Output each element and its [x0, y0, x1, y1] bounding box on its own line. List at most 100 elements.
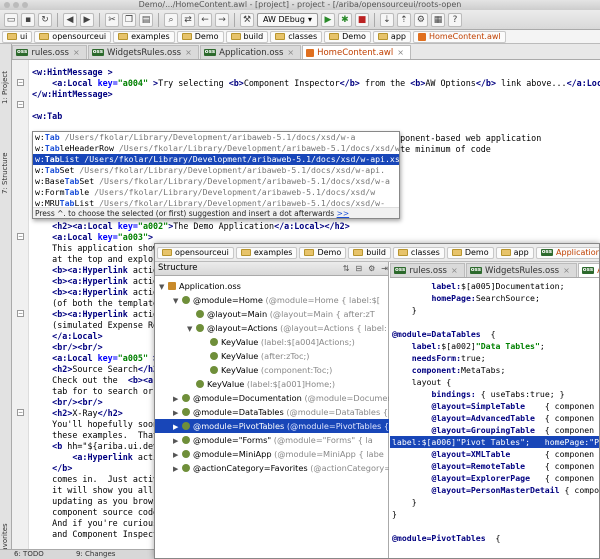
- breadcrumb-item[interactable]: Demo: [299, 246, 347, 259]
- structure-icon[interactable]: ▦: [430, 12, 445, 27]
- breadcrumb-item[interactable]: app: [495, 246, 534, 259]
- fold-marker-icon[interactable]: −: [17, 310, 24, 317]
- close-icon[interactable]: ×: [563, 266, 570, 275]
- close-icon[interactable]: ×: [73, 48, 80, 57]
- breadcrumb-item[interactable]: opensourceui: [157, 246, 234, 259]
- structure-tree-node[interactable]: ▼ @layout=Actions (@layout=Actions { labe…: [155, 321, 389, 335]
- structure-tree-node[interactable]: KeyValue (label:$[a001]Home;): [155, 377, 389, 391]
- editor-tab[interactable]: oss rules.oss ×: [12, 45, 87, 59]
- structure-tree-node[interactable]: ▶ @actionCategory=Favorites (@actionCateg…: [155, 461, 389, 475]
- structure-tree-node[interactable]: ▼ Application.oss: [155, 279, 389, 293]
- fold-marker-icon[interactable]: −: [17, 79, 24, 86]
- expand-toggle-icon[interactable]: ▶: [173, 406, 182, 419]
- oss-code[interactable]: label:$[a005]Documentation; homePage:Sea…: [390, 278, 599, 558]
- structure-tree-node[interactable]: KeyValue (after:zToc;): [155, 349, 389, 363]
- settings-icon[interactable]: ⚙: [413, 12, 428, 27]
- stop-icon[interactable]: ■: [354, 12, 369, 27]
- editor-tab[interactable]: oss Application.oss ×: [199, 45, 302, 59]
- open-folder-icon[interactable]: ▭: [4, 12, 18, 27]
- changes-tool-button[interactable]: 9: Changes: [76, 550, 115, 558]
- cut-icon[interactable]: ✂: [105, 12, 119, 27]
- editor-tab[interactable]: ossApplica×: [577, 263, 599, 277]
- structure-tool-button[interactable]: 7: Structure: [1, 152, 9, 194]
- run-icon[interactable]: ▶: [320, 12, 335, 27]
- editor-tab[interactable]: oss rules.oss ×: [390, 263, 465, 277]
- breadcrumb-item[interactable]: classes: [270, 30, 323, 43]
- gear-icon[interactable]: ⚙: [368, 262, 375, 275]
- completion-more-link[interactable]: >>: [337, 209, 350, 218]
- hide-icon[interactable]: ⇥: [381, 262, 388, 275]
- breadcrumb-item[interactable]: opensourceui: [34, 30, 112, 43]
- back-icon[interactable]: ◀: [63, 12, 77, 27]
- window-controls[interactable]: [4, 2, 28, 8]
- project-tool-button[interactable]: 1: Project: [1, 71, 9, 104]
- editor-tab[interactable]: oss WidgetsRules.oss ×: [87, 45, 199, 59]
- structure-tree-node[interactable]: ▼ @module=Home (@module=Home { label:$[: [155, 293, 389, 307]
- expand-toggle-icon[interactable]: ▶: [173, 462, 182, 475]
- structure-tree-node[interactable]: ▶ @module=DataTables (@module=DataTables …: [155, 405, 389, 419]
- structure-tree-node[interactable]: ▶ @module=PivotTables (@module=PivotTable…: [155, 419, 389, 433]
- structure-tree-node[interactable]: ▶ @module="Forms" (@module="Forms" { la: [155, 433, 389, 447]
- back-history-icon[interactable]: ←: [198, 12, 212, 27]
- breadcrumb-item[interactable]: app: [372, 30, 411, 43]
- fold-marker-icon[interactable]: −: [17, 101, 24, 108]
- expand-toggle-icon[interactable]: ▶: [173, 392, 182, 405]
- close-icon[interactable]: ×: [287, 48, 294, 57]
- help-icon[interactable]: ?: [447, 12, 462, 27]
- replace-icon[interactable]: ⇄: [181, 12, 195, 27]
- expand-toggle-icon[interactable]: ▶: [173, 434, 182, 447]
- favorites-tool-button[interactable]: 2: Favorites: [1, 523, 9, 549]
- save-icon[interactable]: ▪: [21, 12, 35, 27]
- breadcrumb-item[interactable]: ui: [2, 30, 33, 43]
- editor-tab[interactable]: oss WidgetsRules.oss ×: [465, 263, 577, 277]
- structure-tree-node[interactable]: KeyValue (label:$[a004]Actions;): [155, 335, 389, 349]
- fold-marker-icon[interactable]: −: [17, 233, 24, 240]
- breadcrumb-item[interactable]: examples: [113, 30, 175, 43]
- breadcrumb-item[interactable]: examples: [235, 246, 298, 259]
- forward-history-icon[interactable]: →: [215, 12, 229, 27]
- run-configuration-dropdown[interactable]: AW DEbug ▾: [257, 12, 318, 27]
- find-icon[interactable]: ⌕: [164, 12, 178, 27]
- vcs-commit-icon[interactable]: ⇡: [396, 12, 411, 27]
- breadcrumb-item[interactable]: Demo: [446, 246, 494, 259]
- collapse-icon[interactable]: ⊟: [355, 262, 362, 275]
- sync-icon[interactable]: ↻: [38, 12, 52, 27]
- second-editor[interactable]: ossrules.oss×ossWidgetsRules.oss×ossAppl…: [390, 262, 599, 558]
- breadcrumb-item[interactable]: classes: [392, 246, 445, 259]
- breadcrumb-item[interactable]: build: [225, 30, 269, 43]
- close-icon[interactable]: ×: [397, 48, 404, 57]
- paste-icon[interactable]: ▤: [139, 12, 153, 27]
- completion-item[interactable]: w:TabSet /Users/fkolar/Library/Developme…: [33, 165, 399, 176]
- breadcrumb-item[interactable]: HomeContent.awl: [412, 30, 506, 43]
- completion-item[interactable]: w:FormTable /Users/fkolar/Library/Develo…: [33, 187, 399, 198]
- expand-toggle-icon[interactable]: ▼: [159, 280, 168, 293]
- breadcrumb-item[interactable]: build: [348, 246, 391, 259]
- sort-icon[interactable]: ⇅: [343, 262, 350, 275]
- debug-icon[interactable]: ✱: [337, 12, 352, 27]
- expand-toggle-icon[interactable]: ▶: [173, 448, 182, 461]
- forward-icon[interactable]: ▶: [80, 12, 94, 27]
- breadcrumb-item[interactable]: ossApplication.oss: [535, 246, 599, 259]
- todo-tool-button[interactable]: 6: TODO: [14, 550, 44, 558]
- breadcrumb-item[interactable]: Demo: [176, 30, 224, 43]
- completion-item[interactable]: w:BaseTabSet /Users/fkolar/Library/Devel…: [33, 176, 399, 187]
- copy-icon[interactable]: ❐: [122, 12, 136, 27]
- breadcrumb-item[interactable]: Demo: [324, 30, 371, 43]
- vcs-update-icon[interactable]: ⇣: [379, 12, 394, 27]
- make-icon[interactable]: ⚒: [240, 12, 254, 27]
- completion-item[interactable]: w:TabList /Users/fkolar/Library/Developm…: [33, 154, 399, 165]
- expand-toggle-icon[interactable]: ▼: [173, 294, 182, 307]
- completion-item[interactable]: w:TableHeaderRow /Users/fkolar/Library/D…: [33, 143, 399, 154]
- folder-icon: [500, 249, 511, 256]
- structure-tree-node[interactable]: KeyValue (component:Toc;): [155, 363, 389, 377]
- editor-tab[interactable]: HomeContent.awl ×: [302, 45, 411, 59]
- fold-marker-icon[interactable]: −: [17, 409, 24, 416]
- close-icon[interactable]: ×: [185, 48, 192, 57]
- expand-toggle-icon[interactable]: ▼: [187, 322, 196, 335]
- structure-tree-node[interactable]: ▶ @module=MiniApp (@module=MiniApp { labe: [155, 447, 389, 461]
- close-icon[interactable]: ×: [451, 266, 458, 275]
- completion-item[interactable]: w:Tab /Users/fkolar/Library/Development/…: [33, 132, 399, 143]
- expand-toggle-icon[interactable]: ▶: [173, 420, 182, 433]
- structure-tree-node[interactable]: ▶ @module=Documentation (@module=Document…: [155, 391, 389, 405]
- structure-tree-node[interactable]: @layout=Main (@layout=Main { after:zT: [155, 307, 389, 321]
